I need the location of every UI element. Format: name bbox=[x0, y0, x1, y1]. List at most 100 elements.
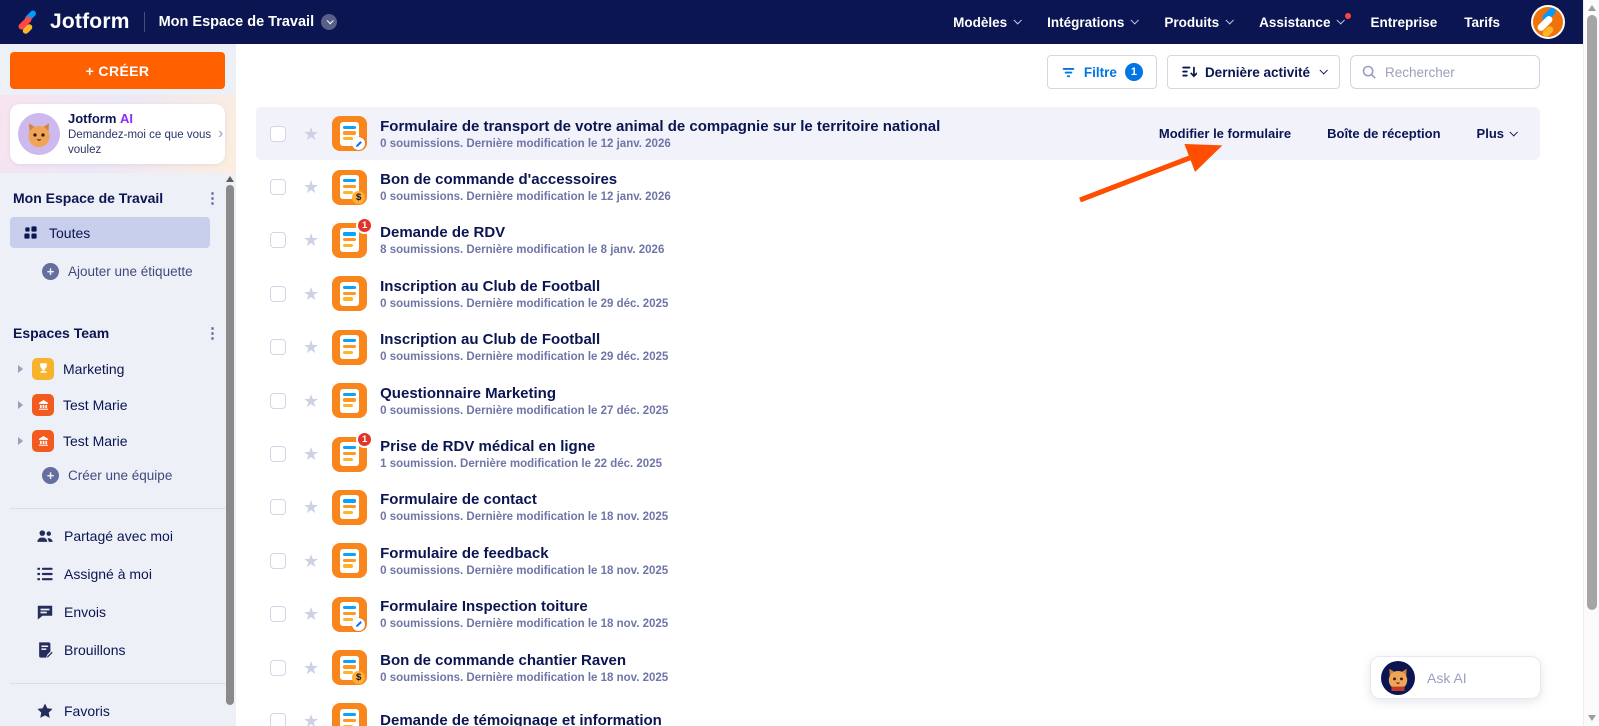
row-actions: Modifier le formulaire Boîte de réception… bbox=[1159, 126, 1540, 141]
row-checkbox[interactable] bbox=[270, 499, 286, 516]
form-title[interactable]: Formulaire Inspection toiture bbox=[380, 598, 668, 615]
star-icon[interactable]: ★ bbox=[303, 338, 319, 356]
star-icon[interactable]: ★ bbox=[303, 392, 319, 410]
sidebar-scrollbar-thumb[interactable] bbox=[225, 185, 234, 705]
form-row[interactable]: ★ $ Bon de commande d'accessoires 0 soumiss… bbox=[256, 160, 1540, 213]
row-checkbox[interactable] bbox=[270, 392, 286, 409]
nav-item-tarifs[interactable]: Tarifs bbox=[1464, 15, 1500, 30]
form-title[interactable]: Formulaire de feedback bbox=[380, 545, 668, 562]
star-icon[interactable]: ★ bbox=[303, 445, 319, 463]
star-icon[interactable]: ★ bbox=[303, 285, 319, 303]
row-checkbox[interactable] bbox=[270, 712, 286, 726]
page-scrollbar[interactable] bbox=[1583, 0, 1599, 726]
filter-button[interactable]: Filtre 1 bbox=[1046, 55, 1157, 89]
page-scrollbar-thumb[interactable] bbox=[1586, 15, 1597, 610]
search-input[interactable] bbox=[1385, 64, 1515, 80]
star-icon[interactable]: ★ bbox=[303, 552, 319, 570]
form-row[interactable]: ★ Inscription au Club de Football 0 soumis… bbox=[256, 267, 1540, 320]
sidebar-scrollbar[interactable] bbox=[225, 174, 234, 726]
form-row[interactable]: ★ Formulaire de feedback 0 soumissions. De… bbox=[256, 534, 1540, 587]
form-title[interactable]: Questionnaire Marketing bbox=[380, 385, 668, 402]
nav-item-modèles[interactable]: Modèles bbox=[953, 15, 1023, 30]
form-row[interactable]: ★ Formulaire de transport de votre animal… bbox=[256, 107, 1540, 161]
workspace-chevron-icon[interactable] bbox=[321, 14, 338, 30]
favorites-label: Favoris bbox=[64, 703, 110, 719]
form-icon: 1 bbox=[332, 216, 374, 258]
form-title[interactable]: Demande de RDV bbox=[380, 224, 664, 241]
teams-kebab-icon[interactable]: ⋮ bbox=[205, 326, 220, 341]
chevron-down-icon bbox=[1130, 15, 1140, 25]
scroll-down-icon[interactable] bbox=[1588, 715, 1596, 721]
create-team-button[interactable]: + Créer une équipe bbox=[0, 464, 236, 486]
row-checkbox[interactable] bbox=[270, 232, 286, 249]
caret-right-icon[interactable] bbox=[18, 364, 23, 373]
scroll-up-icon[interactable] bbox=[225, 176, 234, 182]
nav-item-produits[interactable]: Produits bbox=[1164, 15, 1235, 30]
form-row[interactable]: ★ Questionnaire Marketing 0 soumissions. D… bbox=[256, 374, 1540, 427]
form-meta: 0 soumissions. Dernière modification le … bbox=[380, 564, 669, 577]
row-checkbox[interactable] bbox=[270, 179, 286, 196]
nav-item-entreprise[interactable]: Entreprise bbox=[1370, 15, 1437, 30]
sidebar-item-assigne-à-moi[interactable]: Assigné à moi bbox=[0, 563, 236, 585]
form-title[interactable]: Bon de commande chantier Raven bbox=[380, 652, 668, 669]
row-checkbox[interactable] bbox=[270, 125, 286, 142]
search-box[interactable] bbox=[1350, 55, 1540, 89]
form-row[interactable]: ★ 1 Prise de RDV médical en ligne 1 soumiss… bbox=[256, 427, 1540, 480]
user-avatar[interactable] bbox=[1531, 5, 1565, 39]
form-title[interactable]: Formulaire de transport de votre animal … bbox=[380, 118, 940, 135]
form-title[interactable]: Prise de RDV médical en ligne bbox=[380, 438, 662, 455]
sort-button[interactable]: Dernière activité bbox=[1166, 55, 1340, 89]
row-checkbox[interactable] bbox=[270, 285, 286, 302]
row-checkbox[interactable] bbox=[270, 339, 286, 356]
scroll-up-icon[interactable] bbox=[1587, 5, 1596, 11]
sidebar-item-all-forms[interactable]: Toutes bbox=[10, 217, 210, 248]
star-icon[interactable]: ★ bbox=[303, 712, 319, 726]
ask-ai-widget[interactable]: Ask AI bbox=[1370, 656, 1541, 699]
nav-item-intégrations[interactable]: Intégrations bbox=[1047, 15, 1140, 30]
caret-right-icon[interactable] bbox=[18, 400, 23, 409]
form-row[interactable]: ★ Formulaire Inspection toiture 0 soumissi… bbox=[256, 588, 1540, 641]
form-title[interactable]: Inscription au Club de Football bbox=[380, 278, 668, 295]
jotform-logo[interactable]: Jotform bbox=[14, 9, 130, 36]
create-button[interactable]: + CRÉER bbox=[10, 52, 225, 89]
row-checkbox[interactable] bbox=[270, 659, 286, 676]
form-row[interactable]: ★ Formulaire de contact 0 soumissions. Der… bbox=[256, 481, 1540, 534]
sidebar-item-favorites[interactable]: Favoris bbox=[0, 700, 236, 722]
form-row[interactable]: ★ Demande de témoignage et information bbox=[256, 694, 1540, 726]
star-icon[interactable]: ★ bbox=[303, 231, 319, 249]
form-title[interactable]: Formulaire de contact bbox=[380, 491, 668, 508]
workspace-title[interactable]: Mon Espace de Travail bbox=[159, 14, 338, 30]
sidebar-team-marketing[interactable]: Marketing bbox=[0, 357, 236, 380]
form-title[interactable]: Bon de commande d'accessoires bbox=[380, 171, 671, 188]
star-icon[interactable]: ★ bbox=[303, 605, 319, 623]
edit-form-button[interactable]: Modifier le formulaire bbox=[1159, 126, 1291, 141]
filter-count-badge: 1 bbox=[1124, 63, 1143, 81]
caret-right-icon[interactable] bbox=[18, 436, 23, 445]
sidebar-item-partage-avec-moi[interactable]: Partagé avec moi bbox=[0, 525, 236, 547]
add-tag-button[interactable]: + Ajouter une étiquette bbox=[0, 260, 236, 282]
star-icon[interactable]: ★ bbox=[303, 659, 319, 677]
row-checkbox[interactable] bbox=[270, 552, 286, 569]
star-icon[interactable]: ★ bbox=[303, 125, 319, 143]
form-row[interactable]: ★ 1 Demande de RDV 8 soumissions. Dernière … bbox=[256, 214, 1540, 267]
sidebar-team-test-marie[interactable]: Test Marie bbox=[0, 393, 236, 416]
jotform-ai-banner: Jotform AI Demandez-moi ce que vous voul… bbox=[0, 95, 236, 173]
form-row[interactable]: ★ Inscription au Club de Football 0 soumis… bbox=[256, 321, 1540, 374]
star-icon[interactable]: ★ bbox=[303, 498, 319, 516]
star-icon[interactable]: ★ bbox=[303, 178, 319, 196]
form-icon bbox=[332, 543, 368, 579]
jotform-ai-card[interactable]: Jotform AI Demandez-moi ce que vous voul… bbox=[10, 104, 225, 164]
workspace-kebab-icon[interactable]: ⋮ bbox=[205, 191, 220, 206]
more-button[interactable]: Plus bbox=[1477, 126, 1518, 141]
row-checkbox[interactable] bbox=[270, 446, 286, 463]
form-meta: 0 soumissions. Dernière modification le … bbox=[380, 191, 671, 204]
sidebar-item-envois[interactable]: Envois bbox=[0, 601, 236, 623]
sidebar-team-test-marie[interactable]: Test Marie bbox=[0, 429, 236, 452]
form-title[interactable]: Demande de témoignage et information bbox=[380, 712, 662, 726]
inbox-button[interactable]: Boîte de réception bbox=[1327, 126, 1440, 141]
form-row[interactable]: ★ $ Bon de commande chantier Raven 0 soumis… bbox=[256, 641, 1540, 694]
nav-item-assistance[interactable]: Assistance bbox=[1259, 12, 1352, 30]
form-title[interactable]: Inscription au Club de Football bbox=[380, 331, 668, 348]
row-checkbox[interactable] bbox=[270, 606, 286, 623]
sidebar-item-brouillons[interactable]: Brouillons bbox=[0, 639, 236, 661]
